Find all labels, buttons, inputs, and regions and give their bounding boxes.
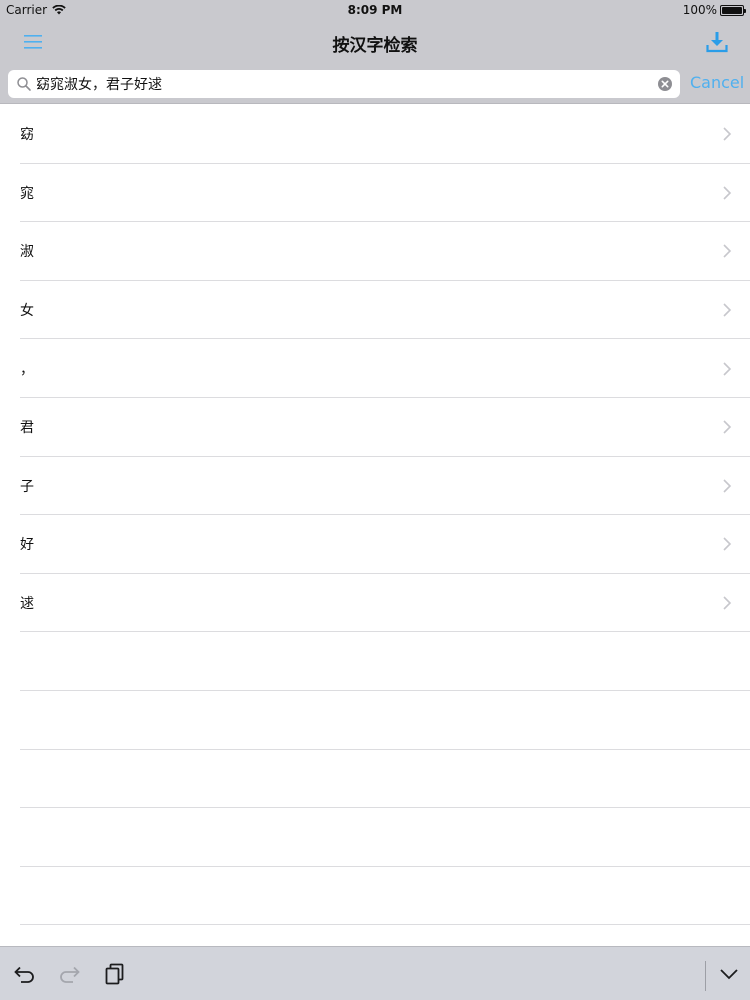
list-item[interactable]: 窈 [0,105,750,164]
redo-button[interactable] [56,962,82,986]
list-item[interactable]: 淑 [0,222,750,281]
list-item[interactable]: 好 [0,515,750,574]
navigation-bar: 按汉字检索 [0,20,750,64]
list-item[interactable]: 子 [0,457,750,516]
chevron-right-icon [723,420,732,434]
chevron-right-icon [723,596,732,610]
keyboard-shortcut-bar [0,946,750,1000]
paste-button[interactable] [102,962,128,986]
chevron-down-icon [720,969,738,980]
list-item-label: 淑 [20,244,34,261]
search-bar: Cancel [0,64,750,104]
battery-info: 100% [682,3,746,17]
battery-percent: 100% [682,3,717,17]
results-list: 窈 窕 淑 女 ， 君 子 好 逑 [0,105,750,945]
list-item-label: 好 [20,537,34,554]
redo-icon [60,966,80,983]
empty-row [0,867,750,926]
search-input[interactable] [36,70,656,98]
search-field-container[interactable] [8,70,680,98]
download-button[interactable] [702,27,732,57]
list-item-label: 君 [20,420,34,437]
empty-row [0,632,750,691]
cancel-button[interactable]: Cancel [690,73,744,92]
undo-icon [14,966,34,983]
chevron-right-icon [723,127,732,141]
undo-button[interactable] [12,962,38,986]
chevron-right-icon [723,186,732,200]
empty-row [0,808,750,867]
status-time: 8:09 PM [347,3,403,17]
chevron-right-icon [723,244,732,259]
clear-search-icon[interactable] [657,76,673,92]
toolbar-divider [705,961,706,991]
list-item-label: ， [20,361,34,378]
row-divider [20,924,750,926]
list-item-label: 窕 [20,185,34,202]
page-title: 按汉字检索 [332,36,418,56]
list-item[interactable]: 逑 [0,574,750,633]
list-item[interactable]: 女 [0,281,750,340]
battery-icon [720,4,746,16]
chevron-right-icon [723,303,732,317]
list-item[interactable]: 窕 [0,164,750,223]
list-item-label: 窈 [20,127,34,144]
empty-row [0,691,750,750]
search-icon [17,77,31,91]
list-item[interactable]: 君 [0,398,750,457]
chevron-right-icon [723,362,732,376]
paste-clipboard-icon [105,963,124,985]
status-bar: Carrier 8:09 PM 100% [0,0,750,20]
list-item-label: 子 [20,478,34,495]
dismiss-keyboard-button[interactable] [716,962,742,986]
empty-row [0,750,750,809]
chevron-right-icon [723,479,732,493]
download-icon [706,32,728,53]
list-item-label: 女 [20,303,34,320]
list-item[interactable]: ， [0,339,750,398]
list-item-label: 逑 [20,596,34,613]
chevron-right-icon [723,537,732,552]
